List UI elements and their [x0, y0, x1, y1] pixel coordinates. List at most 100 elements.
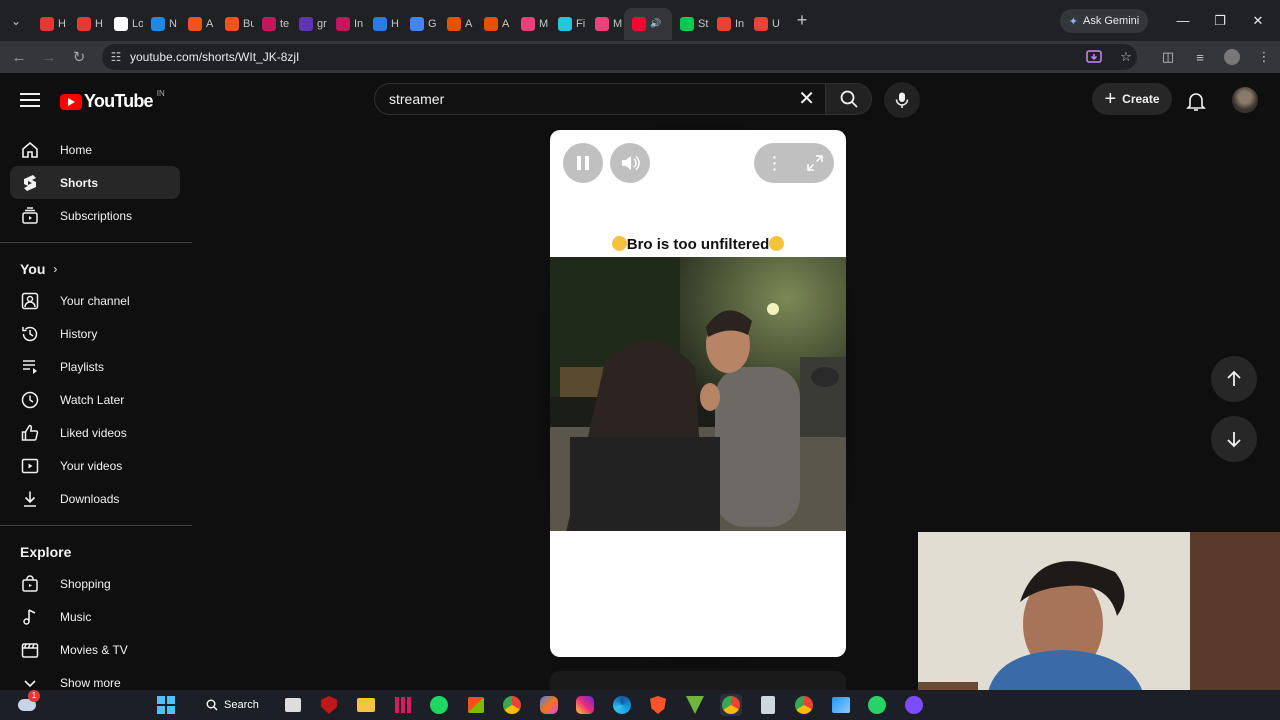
browser-tab[interactable]: A	[180, 8, 217, 40]
browser-tab[interactable]: gr	[291, 8, 328, 40]
tab-title: M	[613, 17, 623, 30]
webcam-image	[918, 532, 1280, 692]
sidebar-item-history[interactable]: History	[10, 317, 180, 350]
whatsapp-icon[interactable]	[866, 694, 888, 716]
browser-tab[interactable]: 🔊	[624, 7, 672, 40]
ask-gemini-button[interactable]: ✦ Ask Gemini	[1060, 9, 1148, 33]
create-button[interactable]: + Create	[1092, 83, 1172, 115]
sidebar-item-show-more[interactable]: Show more	[10, 666, 180, 689]
extensions-icon[interactable]: ◫	[1152, 41, 1184, 73]
spotify-icon[interactable]	[428, 694, 450, 716]
browser-tab[interactable]: A	[439, 8, 476, 40]
install-app-icon[interactable]	[1078, 41, 1110, 73]
profile-icon[interactable]	[1216, 41, 1248, 73]
vivaldi-icon[interactable]	[684, 694, 706, 716]
browser-tab[interactable]: In	[709, 8, 746, 40]
reload-button[interactable]: ↻	[64, 42, 94, 72]
browser-tab[interactable]: te	[254, 8, 291, 40]
shorts-icon	[20, 173, 40, 193]
chrome-active-icon[interactable]	[720, 694, 742, 716]
tab-audio-playing-icon[interactable]: 🔊	[650, 18, 661, 29]
sidebar-item-your-channel[interactable]: Your channel	[10, 284, 180, 317]
youtube-logo[interactable]: YouTube IN	[60, 89, 165, 112]
sidebar-item-shopping[interactable]: Shopping	[10, 567, 180, 600]
guide-menu-icon[interactable]	[18, 89, 42, 113]
browser-tab[interactable]: A	[476, 8, 513, 40]
browser-tab[interactable]: M	[513, 8, 550, 40]
account-avatar[interactable]	[1232, 87, 1258, 113]
url-text[interactable]: youtube.com/shorts/WIt_JK-8zjI	[130, 50, 299, 64]
restore-window-button[interactable]: ❐	[1201, 0, 1239, 41]
browser-tab[interactable]: H	[365, 8, 402, 40]
browser-tab[interactable]: N	[143, 8, 180, 40]
sidebar-item-home[interactable]: Home	[10, 133, 180, 166]
reading-list-icon[interactable]: ≡	[1184, 41, 1216, 73]
sidebar-divider	[0, 525, 192, 526]
address-bar[interactable]: ☷ youtube.com/shorts/WIt_JK-8zjI	[102, 44, 1137, 70]
new-tab-button[interactable]: +	[789, 8, 815, 34]
clear-search-icon[interactable]: ✕	[798, 88, 815, 110]
photos-icon[interactable]	[830, 694, 852, 716]
you-section-heading[interactable]: You ›	[0, 254, 192, 284]
short-player[interactable]: ⋮ Bro is too unfiltered	[550, 130, 846, 657]
weather-widget-icon[interactable]: 1	[16, 690, 40, 716]
task-view-icon[interactable]	[282, 694, 304, 716]
short-video-frame[interactable]	[550, 257, 846, 531]
microsoft-store-icon[interactable]	[465, 694, 487, 716]
sidebar-item-movies-tv[interactable]: Movies & TV	[10, 633, 180, 666]
more-options-icon[interactable]: ⋮	[766, 153, 784, 174]
back-button[interactable]: ←	[4, 42, 34, 72]
mcafee-icon[interactable]	[318, 694, 340, 716]
close-window-button[interactable]: ✕	[1239, 0, 1277, 41]
volume-button[interactable]	[610, 143, 650, 183]
bookmark-star-icon[interactable]: ☆	[1110, 41, 1142, 73]
site-info-icon[interactable]: ☷	[102, 50, 130, 64]
chrome-icon[interactable]	[501, 694, 523, 716]
sidebar-item-your-videos[interactable]: Your videos	[10, 449, 180, 482]
chrome-profile-icon[interactable]	[793, 694, 815, 716]
browser-tab[interactable]: U	[746, 8, 783, 40]
tab-favicon-icon	[717, 16, 731, 31]
browser-tab[interactable]: H	[32, 8, 69, 40]
calculator-icon[interactable]	[757, 694, 779, 716]
sidebar-item-music[interactable]: Music	[10, 600, 180, 633]
tab-search-dropdown-icon[interactable]: ⌄	[0, 0, 32, 41]
browser-tab[interactable]: Lo	[106, 8, 143, 40]
chart-app-icon[interactable]	[392, 694, 414, 716]
explore-heading-label: Explore	[20, 544, 72, 560]
voice-search-button[interactable]	[884, 82, 920, 118]
file-explorer-icon[interactable]	[355, 694, 377, 716]
browser-tab[interactable]: G	[402, 8, 439, 40]
pause-button[interactable]	[563, 143, 603, 183]
sidebar-item-liked-videos[interactable]: Liked videos	[10, 416, 180, 449]
start-menu-icon[interactable]	[155, 694, 177, 716]
copilot-icon[interactable]	[538, 694, 560, 716]
sidebar-item-watch-later[interactable]: Watch Later	[10, 383, 180, 416]
sidebar-item-playlists[interactable]: Playlists	[10, 350, 180, 383]
shopping-icon	[20, 574, 40, 594]
sidebar-item-shorts[interactable]: Shorts	[10, 166, 180, 199]
edge-icon[interactable]	[611, 694, 633, 716]
brave-icon[interactable]	[647, 694, 669, 716]
sidebar-item-subscriptions[interactable]: Subscriptions	[10, 199, 180, 232]
browser-tab[interactable]: Fi	[550, 8, 587, 40]
browser-tab[interactable]: H	[69, 8, 106, 40]
browser-tab[interactable]: Bu	[217, 8, 254, 40]
forward-button[interactable]: →	[34, 42, 64, 72]
previous-short-button[interactable]	[1211, 356, 1257, 402]
notifications-bell-icon[interactable]	[1184, 89, 1208, 113]
browser-tab[interactable]: M	[587, 8, 624, 40]
taskbar-search-button[interactable]: Search	[196, 693, 268, 717]
next-short-button[interactable]	[1211, 416, 1257, 462]
sidebar-item-downloads[interactable]: Downloads	[10, 482, 180, 515]
app-icon[interactable]	[903, 694, 925, 716]
fullscreen-icon[interactable]	[806, 155, 823, 171]
search-button[interactable]	[826, 83, 872, 115]
next-short-preview[interactable]	[550, 671, 846, 691]
browser-tab[interactable]: St	[672, 8, 709, 40]
browser-tab[interactable]: In	[328, 8, 365, 40]
instagram-icon[interactable]	[574, 694, 596, 716]
browser-menu-icon[interactable]: ⋮	[1248, 41, 1280, 73]
minimize-window-button[interactable]: —	[1164, 0, 1202, 41]
search-input[interactable]	[389, 91, 779, 107]
